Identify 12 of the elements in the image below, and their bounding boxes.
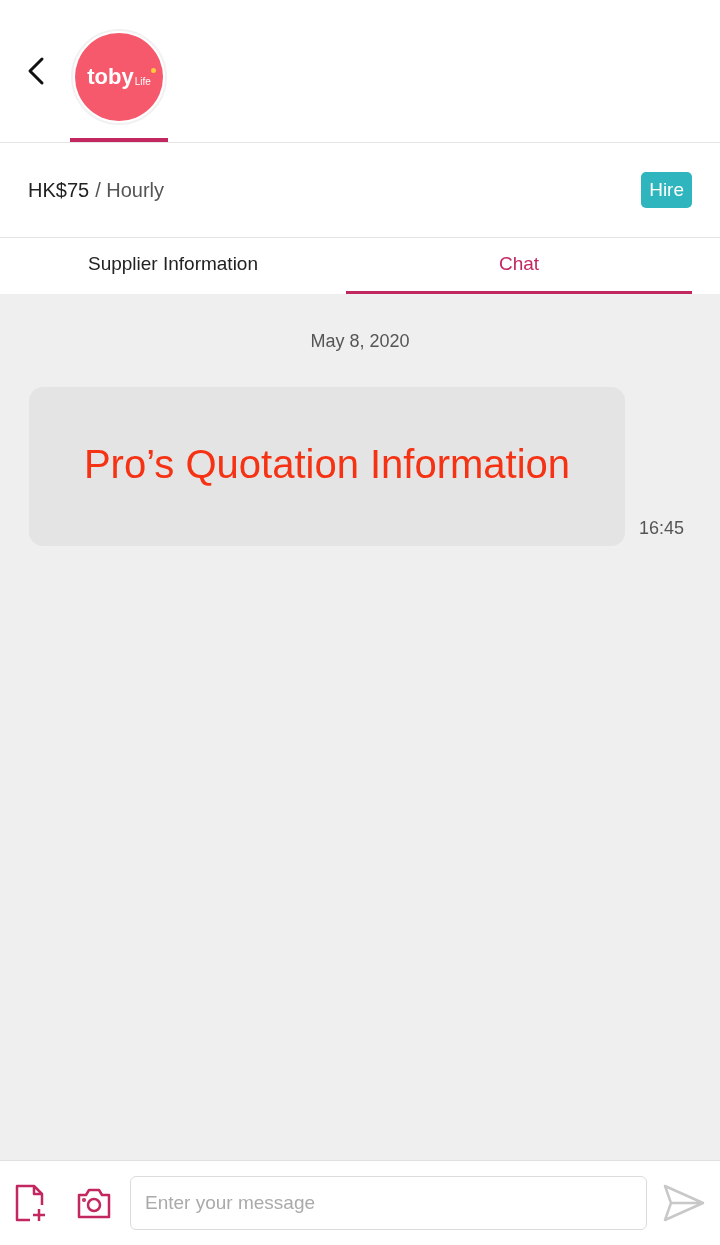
price-amount: HK$75 — [28, 178, 90, 203]
logo-word: toby — [87, 66, 134, 88]
logo[interactable]: tobyLife — [71, 29, 167, 125]
camera-icon[interactable] — [76, 1186, 112, 1220]
price-unit: / Hourly — [95, 178, 165, 203]
message-bubble: Pro’s Quotation Information — [29, 387, 625, 546]
add-file-icon[interactable] — [14, 1183, 48, 1223]
chat-date: May 8, 2020 — [310, 330, 410, 353]
message-time: 16:45 — [639, 517, 685, 540]
message-field[interactable]: Enter your message — [130, 1176, 647, 1230]
logo-suffix: Life — [134, 74, 151, 89]
tab[interactable]: Supplier Information — [0, 238, 346, 294]
